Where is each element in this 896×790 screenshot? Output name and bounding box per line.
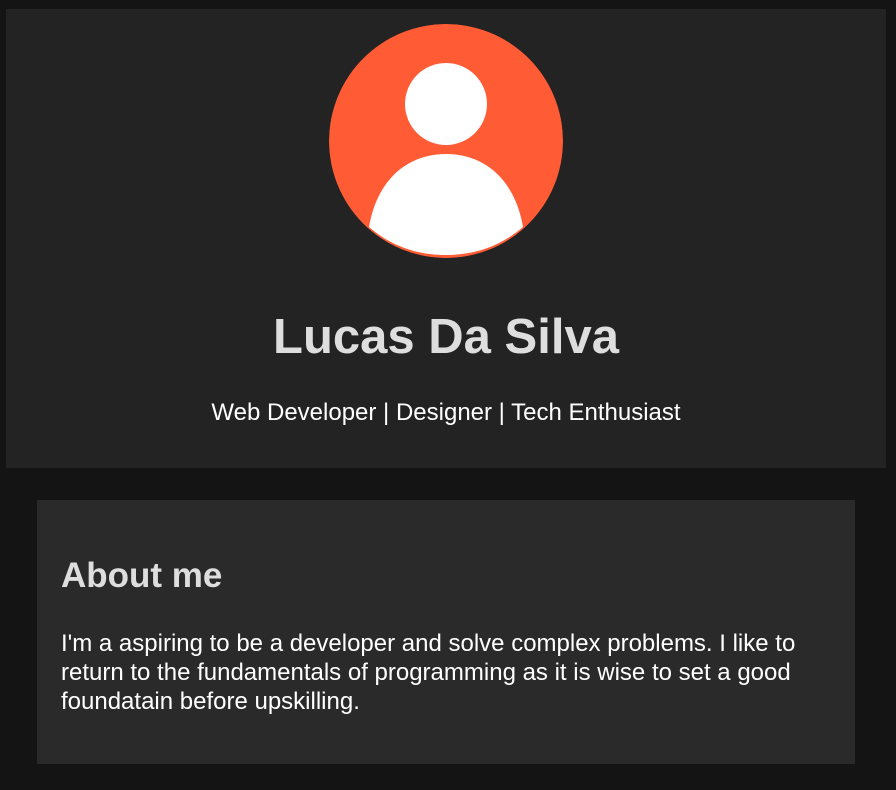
profile-tagline: Web Developer | Designer | Tech Enthusia… bbox=[211, 399, 681, 426]
profile-name: Lucas Da Silva bbox=[273, 310, 619, 364]
about-title: About me bbox=[61, 556, 223, 595]
avatar bbox=[329, 24, 563, 258]
user-silhouette-icon bbox=[329, 24, 563, 258]
about-text: I'm a aspiring to be a developer and sol… bbox=[61, 630, 796, 715]
profile-header: Lucas Da Silva Web Developer | Designer … bbox=[6, 9, 886, 468]
about-section: About me I'm a aspiring to be a develope… bbox=[37, 500, 855, 764]
